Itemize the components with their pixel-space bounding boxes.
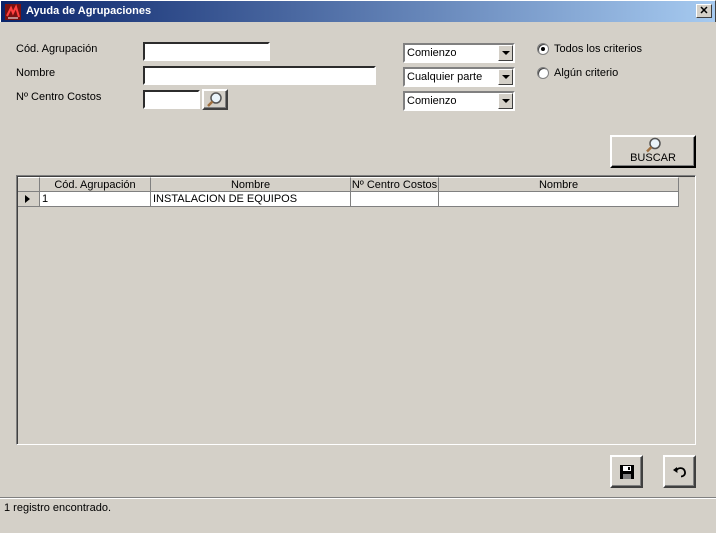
- save-button[interactable]: [610, 455, 643, 488]
- status-text: 1 registro encontrado.: [4, 502, 112, 514]
- search-icon: [646, 137, 661, 153]
- cod-agrupacion-label: Cód. Agrupación: [16, 43, 98, 55]
- undo-icon: [673, 467, 686, 478]
- nombre-label: Nombre: [16, 67, 56, 79]
- cell-centro-nombre[interactable]: [439, 192, 679, 207]
- radio-algun-criterio[interactable]: [537, 67, 549, 79]
- save-icon: [620, 465, 634, 479]
- results-grid[interactable]: Cód. Agrupación Nombre Nº Centro Costos …: [16, 175, 696, 445]
- app-icon: [5, 4, 21, 20]
- table-row[interactable]: 1 INSTALACION DE EQUIPOS: [18, 192, 679, 207]
- centro-costos-input[interactable]: [143, 90, 200, 109]
- close-button[interactable]: ✕: [696, 4, 712, 18]
- window-title: Ayuda de Agrupaciones: [26, 5, 152, 17]
- status-bar: 1 registro encontrado.: [0, 497, 716, 533]
- row-pointer-icon: [25, 195, 30, 203]
- row-indicator-header: [18, 177, 40, 192]
- col-centro-costos[interactable]: Nº Centro Costos: [351, 177, 439, 192]
- radio-todos-criterios[interactable]: [537, 43, 549, 55]
- col-centro-nombre[interactable]: Nombre: [439, 177, 679, 192]
- centro-match-select[interactable]: Comienzo: [403, 91, 515, 111]
- cod-match-value: Comienzo: [407, 47, 457, 59]
- chevron-down-icon[interactable]: [498, 93, 513, 109]
- chevron-down-icon[interactable]: [498, 45, 513, 61]
- title-bar: Ayuda de Agrupaciones ✕: [0, 0, 716, 22]
- undo-button[interactable]: [663, 455, 696, 488]
- lookup-button[interactable]: [202, 89, 228, 110]
- nombre-match-value: Cualquier parte: [407, 71, 483, 83]
- buscar-label: BUSCAR: [630, 152, 676, 164]
- nombre-input[interactable]: [143, 66, 376, 85]
- algun-criterio-label[interactable]: Algún criterio: [554, 67, 618, 79]
- magnifier-icon: [207, 92, 222, 107]
- chevron-down-icon[interactable]: [498, 69, 513, 85]
- cod-agrupacion-input[interactable]: [143, 42, 270, 61]
- cell-cod[interactable]: 1: [40, 192, 151, 207]
- col-nombre[interactable]: Nombre: [151, 177, 351, 192]
- current-row-indicator: [18, 192, 40, 207]
- centro-costos-label: Nº Centro Costos: [16, 91, 102, 103]
- buscar-button[interactable]: BUSCAR: [610, 135, 696, 168]
- grid-header: Cód. Agrupación Nombre Nº Centro Costos …: [18, 177, 679, 192]
- cod-match-select[interactable]: Comienzo: [403, 43, 515, 63]
- todos-criterios-label[interactable]: Todos los criterios: [554, 43, 642, 55]
- nombre-match-select[interactable]: Cualquier parte: [403, 67, 515, 87]
- cell-centro[interactable]: [351, 192, 439, 207]
- cell-nombre[interactable]: INSTALACION DE EQUIPOS: [151, 192, 351, 207]
- col-cod-agrupacion[interactable]: Cód. Agrupación: [40, 177, 151, 192]
- centro-match-value: Comienzo: [407, 95, 457, 107]
- close-icon: ✕: [699, 4, 709, 17]
